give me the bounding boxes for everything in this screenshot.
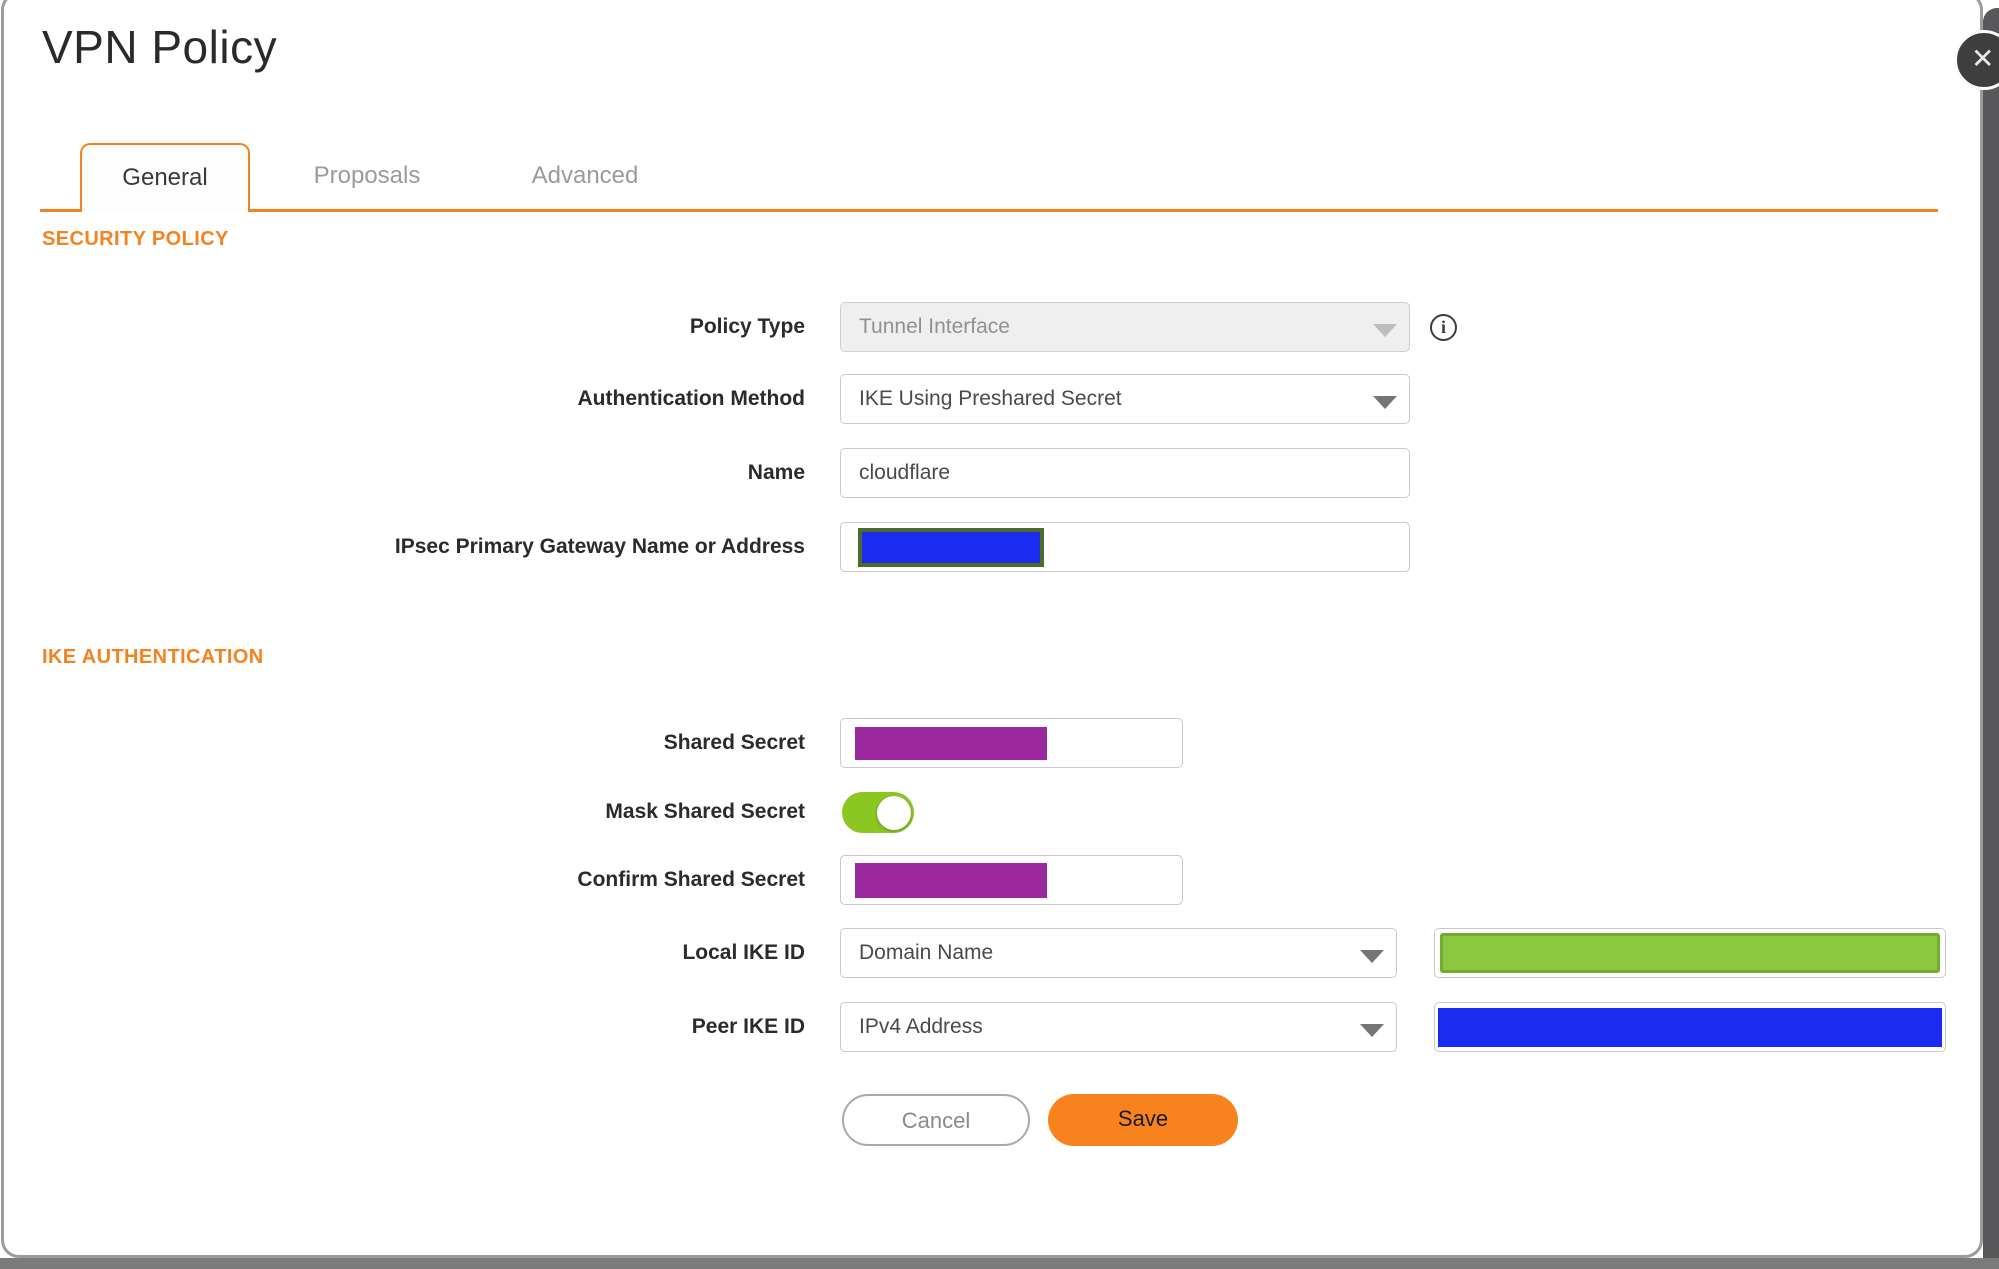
policy-type-value: Tunnel Interface — [859, 315, 1010, 338]
save-button[interactable]: Save — [1048, 1094, 1238, 1146]
local-ike-id-label: Local IKE ID — [682, 941, 805, 964]
tab-advanced[interactable]: Advanced — [505, 143, 665, 209]
section-ike-authentication: IKE AUTHENTICATION — [42, 646, 264, 668]
peer-ike-id-select[interactable]: IPv4 Address — [840, 1002, 1397, 1052]
local-ike-id-type-value: Domain Name — [859, 941, 994, 964]
chevron-down-icon — [1373, 396, 1397, 409]
info-icon[interactable]: i — [1430, 314, 1457, 341]
cancel-button[interactable]: Cancel — [842, 1094, 1030, 1146]
name-value: cloudflare — [859, 461, 951, 484]
name-input[interactable]: cloudflare — [840, 448, 1410, 498]
auth-method-label: Authentication Method — [577, 387, 805, 410]
tab-proposals[interactable]: Proposals — [287, 143, 447, 209]
gateway-redacted-value — [858, 528, 1044, 567]
vpn-policy-page: VPN Policy ✕ General Proposals Advanced … — [0, 0, 1999, 1269]
page-title: VPN Policy — [42, 21, 278, 73]
shared-secret-label: Shared Secret — [663, 731, 805, 754]
policy-type-label: Policy Type — [689, 315, 805, 338]
policy-type-select: Tunnel Interface — [840, 302, 1410, 352]
peer-ike-id-redacted-value — [1438, 1008, 1942, 1047]
background-panel-bottom — [0, 1258, 1999, 1269]
confirm-shared-secret-label: Confirm Shared Secret — [577, 868, 805, 891]
auth-method-value: IKE Using Preshared Secret — [859, 387, 1122, 410]
toggle-knob — [877, 795, 911, 830]
close-icon: ✕ — [1971, 43, 1995, 74]
chevron-down-icon — [1360, 950, 1384, 963]
local-ike-id-select[interactable]: Domain Name — [840, 928, 1397, 978]
background-panel-right — [1983, 8, 1999, 1269]
chevron-down-icon — [1360, 1024, 1384, 1037]
chevron-down-icon — [1373, 324, 1397, 337]
gateway-label: IPsec Primary Gateway Name or Address — [394, 535, 805, 558]
peer-ike-id-type-value: IPv4 Address — [859, 1015, 983, 1038]
peer-ike-id-label: Peer IKE ID — [691, 1015, 805, 1038]
mask-shared-secret-toggle[interactable] — [842, 792, 914, 833]
name-label: Name — [747, 461, 805, 484]
section-security-policy: SECURITY POLICY — [42, 228, 229, 250]
local-ike-id-redacted-value — [1440, 933, 1940, 973]
tab-underline — [40, 209, 1938, 212]
auth-method-select[interactable]: IKE Using Preshared Secret — [840, 374, 1410, 424]
mask-shared-secret-label: Mask Shared Secret — [605, 800, 805, 823]
confirm-shared-secret-redacted-value — [855, 863, 1047, 898]
tab-general[interactable]: General — [80, 143, 250, 212]
shared-secret-redacted-value — [855, 727, 1047, 760]
